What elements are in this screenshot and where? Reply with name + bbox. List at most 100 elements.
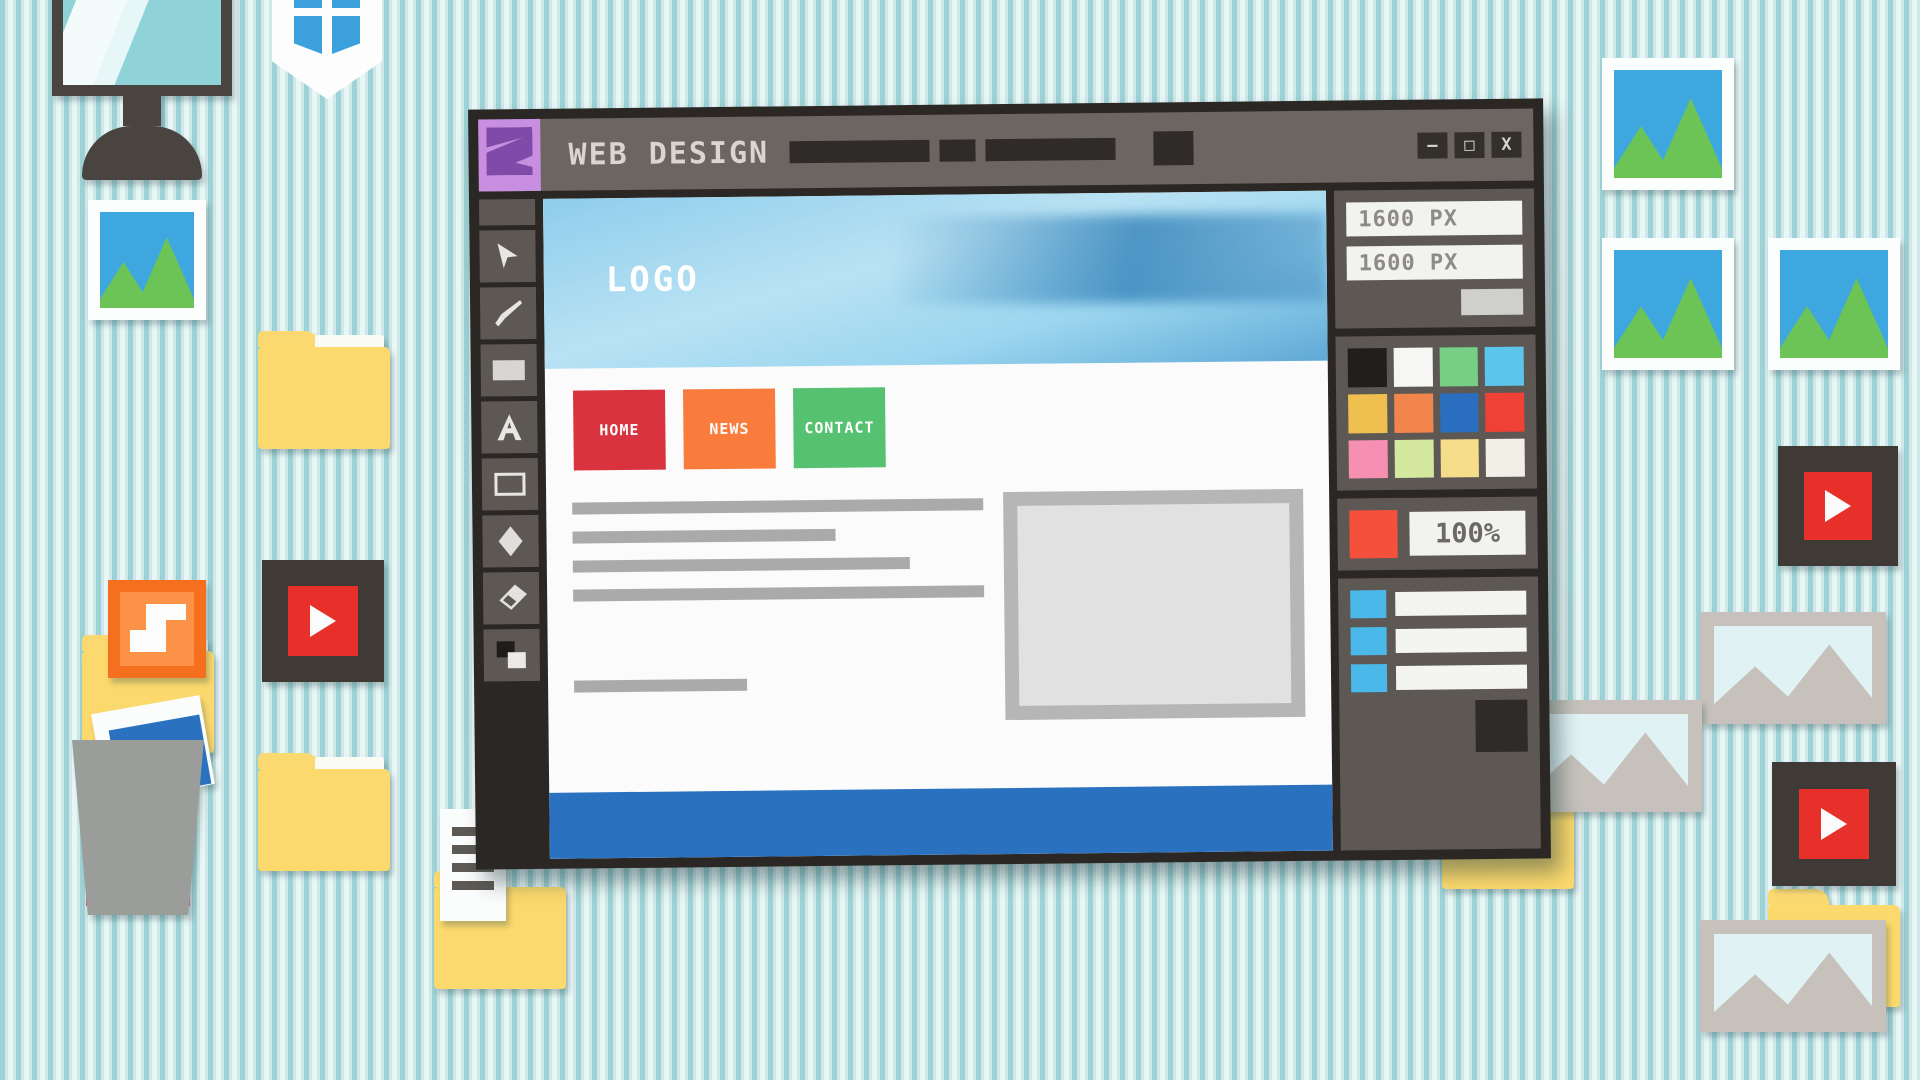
diamond-icon [498, 526, 523, 557]
image-file-icon[interactable] [88, 200, 206, 320]
image-thumbnail [1780, 250, 1888, 358]
eraser-tool[interactable] [482, 571, 540, 625]
folder-icon[interactable] [258, 753, 390, 871]
layer-name-field[interactable] [1395, 627, 1527, 654]
zoom-value[interactable]: 100% [1409, 510, 1526, 557]
color-swatch[interactable] [1394, 439, 1434, 479]
site-logo: LOGO [605, 259, 700, 301]
mountain-shape-2 [1777, 952, 1872, 1018]
menu-chip-3[interactable] [985, 137, 1116, 162]
text-placeholder-bar [574, 678, 747, 693]
height-field[interactable]: 1600 PX [1346, 244, 1523, 281]
color-swatch[interactable] [1485, 438, 1525, 478]
options-bar-tool[interactable] [478, 198, 536, 226]
mountain-shape-2 [135, 236, 194, 308]
download-shield-icon[interactable] [272, 0, 382, 99]
color-swatch[interactable] [1439, 392, 1479, 432]
monitor-icon[interactable] [52, 0, 232, 180]
color-swatch-tool[interactable] [483, 628, 541, 682]
folder-body [258, 769, 390, 871]
image-file-icon[interactable] [1602, 238, 1734, 370]
color-swatch[interactable] [1439, 347, 1479, 387]
trash-bin-icon[interactable] [72, 695, 215, 915]
text-tool[interactable] [481, 400, 538, 454]
color-swatch[interactable] [1485, 392, 1525, 432]
folder-body [258, 347, 390, 449]
color-swatch[interactable] [1484, 346, 1524, 386]
color-swatch[interactable] [1393, 393, 1433, 433]
note-head [130, 630, 150, 652]
menu-strip [789, 110, 1418, 189]
folder-icon[interactable] [258, 331, 390, 449]
desktop: WEB DESIGN — □ X LOGO HOME NEWS CONTACT … [0, 0, 1920, 1080]
photo-inner [1714, 934, 1872, 1018]
image-thumbnail [100, 212, 194, 308]
design-canvas[interactable]: LOGO HOME NEWS CONTACT [542, 190, 1333, 859]
text-placeholder-bar [572, 498, 984, 515]
image-file-icon[interactable] [1768, 238, 1900, 370]
monitor-screen [52, 0, 232, 96]
color-swatch[interactable] [1440, 438, 1480, 478]
text-placeholder-column [572, 490, 986, 792]
layer-row[interactable] [1350, 626, 1527, 656]
play-triangle-icon [310, 605, 336, 637]
text-placeholder-bar [572, 557, 910, 573]
folder-tab [1768, 889, 1829, 905]
menu-chip-2[interactable] [939, 139, 976, 162]
folder-tab [258, 753, 319, 769]
nav-button-contact[interactable]: CONTACT [792, 387, 886, 469]
fill-rectangle-tool[interactable] [480, 343, 538, 397]
nav-button-news[interactable]: NEWS [682, 388, 776, 470]
maximize-button[interactable]: □ [1454, 132, 1485, 159]
layer-name-field[interactable] [1395, 664, 1528, 691]
shield-pane-2 [332, 0, 360, 8]
mountain-shape-2 [1821, 278, 1888, 358]
color-swatch[interactable] [1348, 393, 1388, 433]
trash-mesh-pattern [80, 770, 196, 905]
brush-tool[interactable] [479, 286, 537, 340]
color-swatch[interactable] [1347, 348, 1387, 388]
header-gradient-band [895, 212, 1328, 306]
layer-options-button[interactable] [1475, 699, 1528, 753]
mountain-shape-2 [1655, 98, 1722, 178]
media-player-icon[interactable] [1778, 446, 1898, 566]
app-logo-icon[interactable] [478, 118, 541, 192]
site-content [546, 463, 1332, 793]
nav-button-home[interactable]: HOME [572, 389, 666, 471]
color-swatch[interactable] [1348, 439, 1388, 479]
dimensions-panel: 1600 PX 1600 PX [1333, 188, 1536, 329]
menu-chip-1[interactable] [789, 139, 930, 164]
select-tool[interactable] [479, 229, 536, 283]
layer-thumbnail [1350, 664, 1388, 693]
shield-pane-1 [294, 0, 322, 8]
app-body: LOGO HOME NEWS CONTACT 1600 PX 1600 PX 1… [478, 180, 1541, 860]
play-button-square [1804, 472, 1872, 540]
active-color-swatch[interactable] [1349, 510, 1398, 559]
toolbar [478, 198, 542, 860]
image-placeholder[interactable] [1003, 488, 1306, 721]
color-palette-panel [1335, 334, 1538, 491]
fill-rectangle-icon [492, 360, 525, 381]
layer-name-field[interactable] [1395, 590, 1527, 617]
note-beam [146, 604, 186, 620]
close-button[interactable]: X [1491, 131, 1522, 158]
width-field[interactable]: 1600 PX [1346, 200, 1523, 237]
music-icon[interactable] [108, 580, 206, 678]
color-swatch[interactable] [1393, 347, 1433, 387]
media-player-icon[interactable] [262, 560, 384, 682]
apply-button[interactable] [1460, 288, 1524, 316]
layer-row[interactable] [1350, 663, 1528, 693]
photo-inner [1714, 626, 1872, 710]
music-icon-inner [120, 592, 194, 666]
folder-tab [258, 331, 319, 347]
photo-frame-icon[interactable] [1700, 612, 1886, 724]
media-player-icon[interactable] [1772, 762, 1896, 886]
photo-frame-icon[interactable] [1700, 920, 1886, 1032]
site-header: LOGO [542, 190, 1328, 369]
image-file-icon[interactable] [1602, 58, 1734, 190]
shape-rectangle-tool[interactable] [481, 457, 539, 511]
menu-chip-4[interactable] [1152, 131, 1194, 166]
layer-row[interactable] [1350, 589, 1527, 619]
minimize-button[interactable]: — [1417, 132, 1448, 159]
shape-diamond-tool[interactable] [482, 514, 539, 568]
